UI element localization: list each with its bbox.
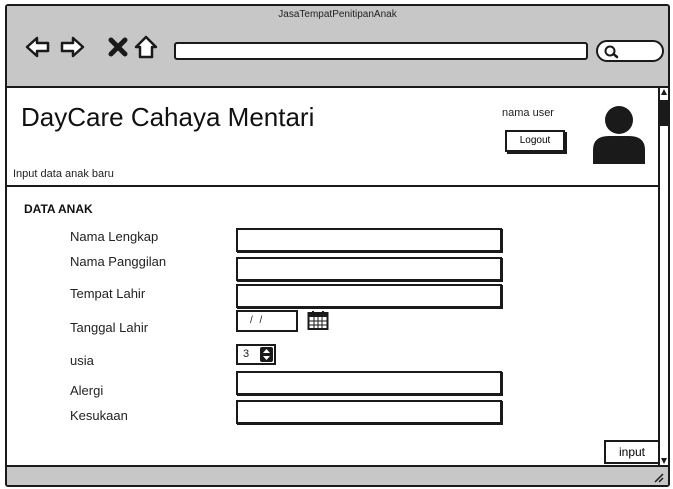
age-stepper[interactable]: 3 bbox=[236, 344, 276, 365]
calendar-icon[interactable] bbox=[307, 309, 329, 331]
browser-toolbar: JasaTempatPenitipanAnak bbox=[7, 6, 668, 88]
arrow-right-icon[interactable] bbox=[59, 34, 85, 60]
birthdate-label: Tanggal Lahir bbox=[70, 320, 149, 335]
search-icon bbox=[604, 45, 619, 59]
browser-window: JasaTempatPenitipanAnak DayCare Cahaya M… bbox=[5, 4, 670, 487]
header-divider bbox=[7, 185, 658, 187]
page-title: DayCare Cahaya Mentari bbox=[21, 102, 315, 132]
window-title: JasaTempatPenitipanAnak bbox=[278, 9, 397, 20]
arrow-left-icon[interactable] bbox=[25, 34, 51, 60]
favorites-input[interactable] bbox=[236, 400, 502, 424]
full-name-input[interactable] bbox=[236, 228, 502, 252]
user-name-label: nama user bbox=[502, 107, 554, 119]
scroll-down-icon[interactable] bbox=[660, 455, 668, 465]
avatar-icon bbox=[593, 106, 645, 164]
input-button[interactable]: input bbox=[604, 440, 660, 464]
resize-grip-icon[interactable] bbox=[652, 471, 664, 483]
status-bar bbox=[7, 465, 668, 485]
vertical-scrollbar[interactable] bbox=[658, 88, 668, 465]
age-label: usia bbox=[70, 353, 94, 368]
logout-button[interactable]: Logout bbox=[505, 130, 565, 152]
scroll-up-icon[interactable] bbox=[660, 88, 668, 98]
favorites-label: Kesukaan bbox=[70, 408, 128, 423]
age-value: 3 bbox=[243, 348, 250, 360]
close-icon[interactable] bbox=[105, 34, 131, 60]
search-box[interactable] bbox=[596, 40, 664, 62]
page-subtitle: Input data anak baru bbox=[13, 168, 114, 180]
birthdate-input[interactable]: / / bbox=[236, 310, 298, 332]
birthplace-input[interactable] bbox=[236, 284, 502, 308]
nickname-input[interactable] bbox=[236, 257, 502, 281]
nickname-label: Nama Panggilan bbox=[70, 254, 167, 269]
scroll-thumb[interactable] bbox=[660, 100, 668, 126]
section-title: DATA ANAK bbox=[24, 202, 93, 216]
stepper-arrows-icon[interactable] bbox=[260, 347, 273, 362]
home-icon[interactable] bbox=[133, 34, 159, 60]
birthplace-label: Tempat Lahir bbox=[70, 286, 146, 301]
full-name-label: Nama Lengkap bbox=[70, 229, 159, 244]
allergy-label: Alergi bbox=[70, 383, 104, 398]
allergy-input[interactable] bbox=[236, 371, 502, 395]
page-content: DayCare Cahaya Mentari nama user Logout … bbox=[7, 88, 660, 465]
url-input[interactable] bbox=[174, 42, 588, 60]
